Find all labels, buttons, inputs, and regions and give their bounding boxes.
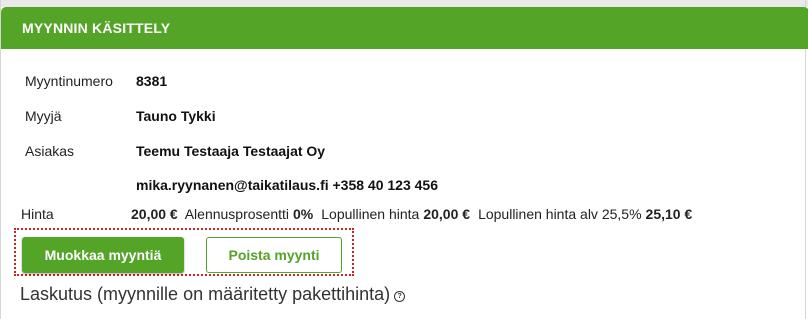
final-price-value: 20,00 €: [423, 206, 471, 222]
sale-number-label: Myyntinumero: [25, 73, 113, 89]
panel-title: MYYNNIN KÄSITTELY: [22, 20, 171, 36]
customer-value: Teemu Testaaja Testaajat Oy: [136, 143, 326, 159]
final-vat-price-value: 25,10 €: [645, 206, 693, 222]
question-circle-icon[interactable]: ?: [394, 291, 406, 302]
price-row: Hinta 20,00 € Alennusprosentti 0% Lopullinen…: [21, 206, 692, 222]
delete-sale-button[interactable]: Poista myynti: [206, 237, 342, 273]
price-value: 20,00 €: [131, 206, 178, 222]
panel-header: MYYNNIN KÄSITTELY: [1, 7, 808, 49]
billing-section-title: Laskutus (myynnille on määritetty pakett…: [20, 284, 406, 305]
price-label: Hinta: [21, 206, 54, 222]
customer-contact: mika.ryynanen@taikatilaus.fi +358 40 123…: [136, 177, 438, 193]
customer-label: Asiakas: [25, 143, 75, 159]
seller-label: Myyjä: [25, 108, 62, 124]
edit-sale-button[interactable]: Muokkaa myyntiä: [22, 237, 184, 273]
seller-value: Tauno Tykki: [136, 108, 216, 124]
final-price-label: Lopullinen hinta: [321, 206, 420, 222]
billing-title-text: Laskutus (myynnille on määritetty pakett…: [20, 284, 391, 304]
sale-panel: MYYNNIN KÄSITTELY Myyntinumero 8381 Myyj…: [0, 0, 808, 319]
final-vat-price-label: Lopullinen hinta alv 25,5%: [478, 206, 642, 222]
sale-number-value: 8381: [136, 73, 168, 89]
discount-label: Alennusprosentti: [184, 206, 290, 222]
discount-value: 0%: [293, 206, 314, 222]
